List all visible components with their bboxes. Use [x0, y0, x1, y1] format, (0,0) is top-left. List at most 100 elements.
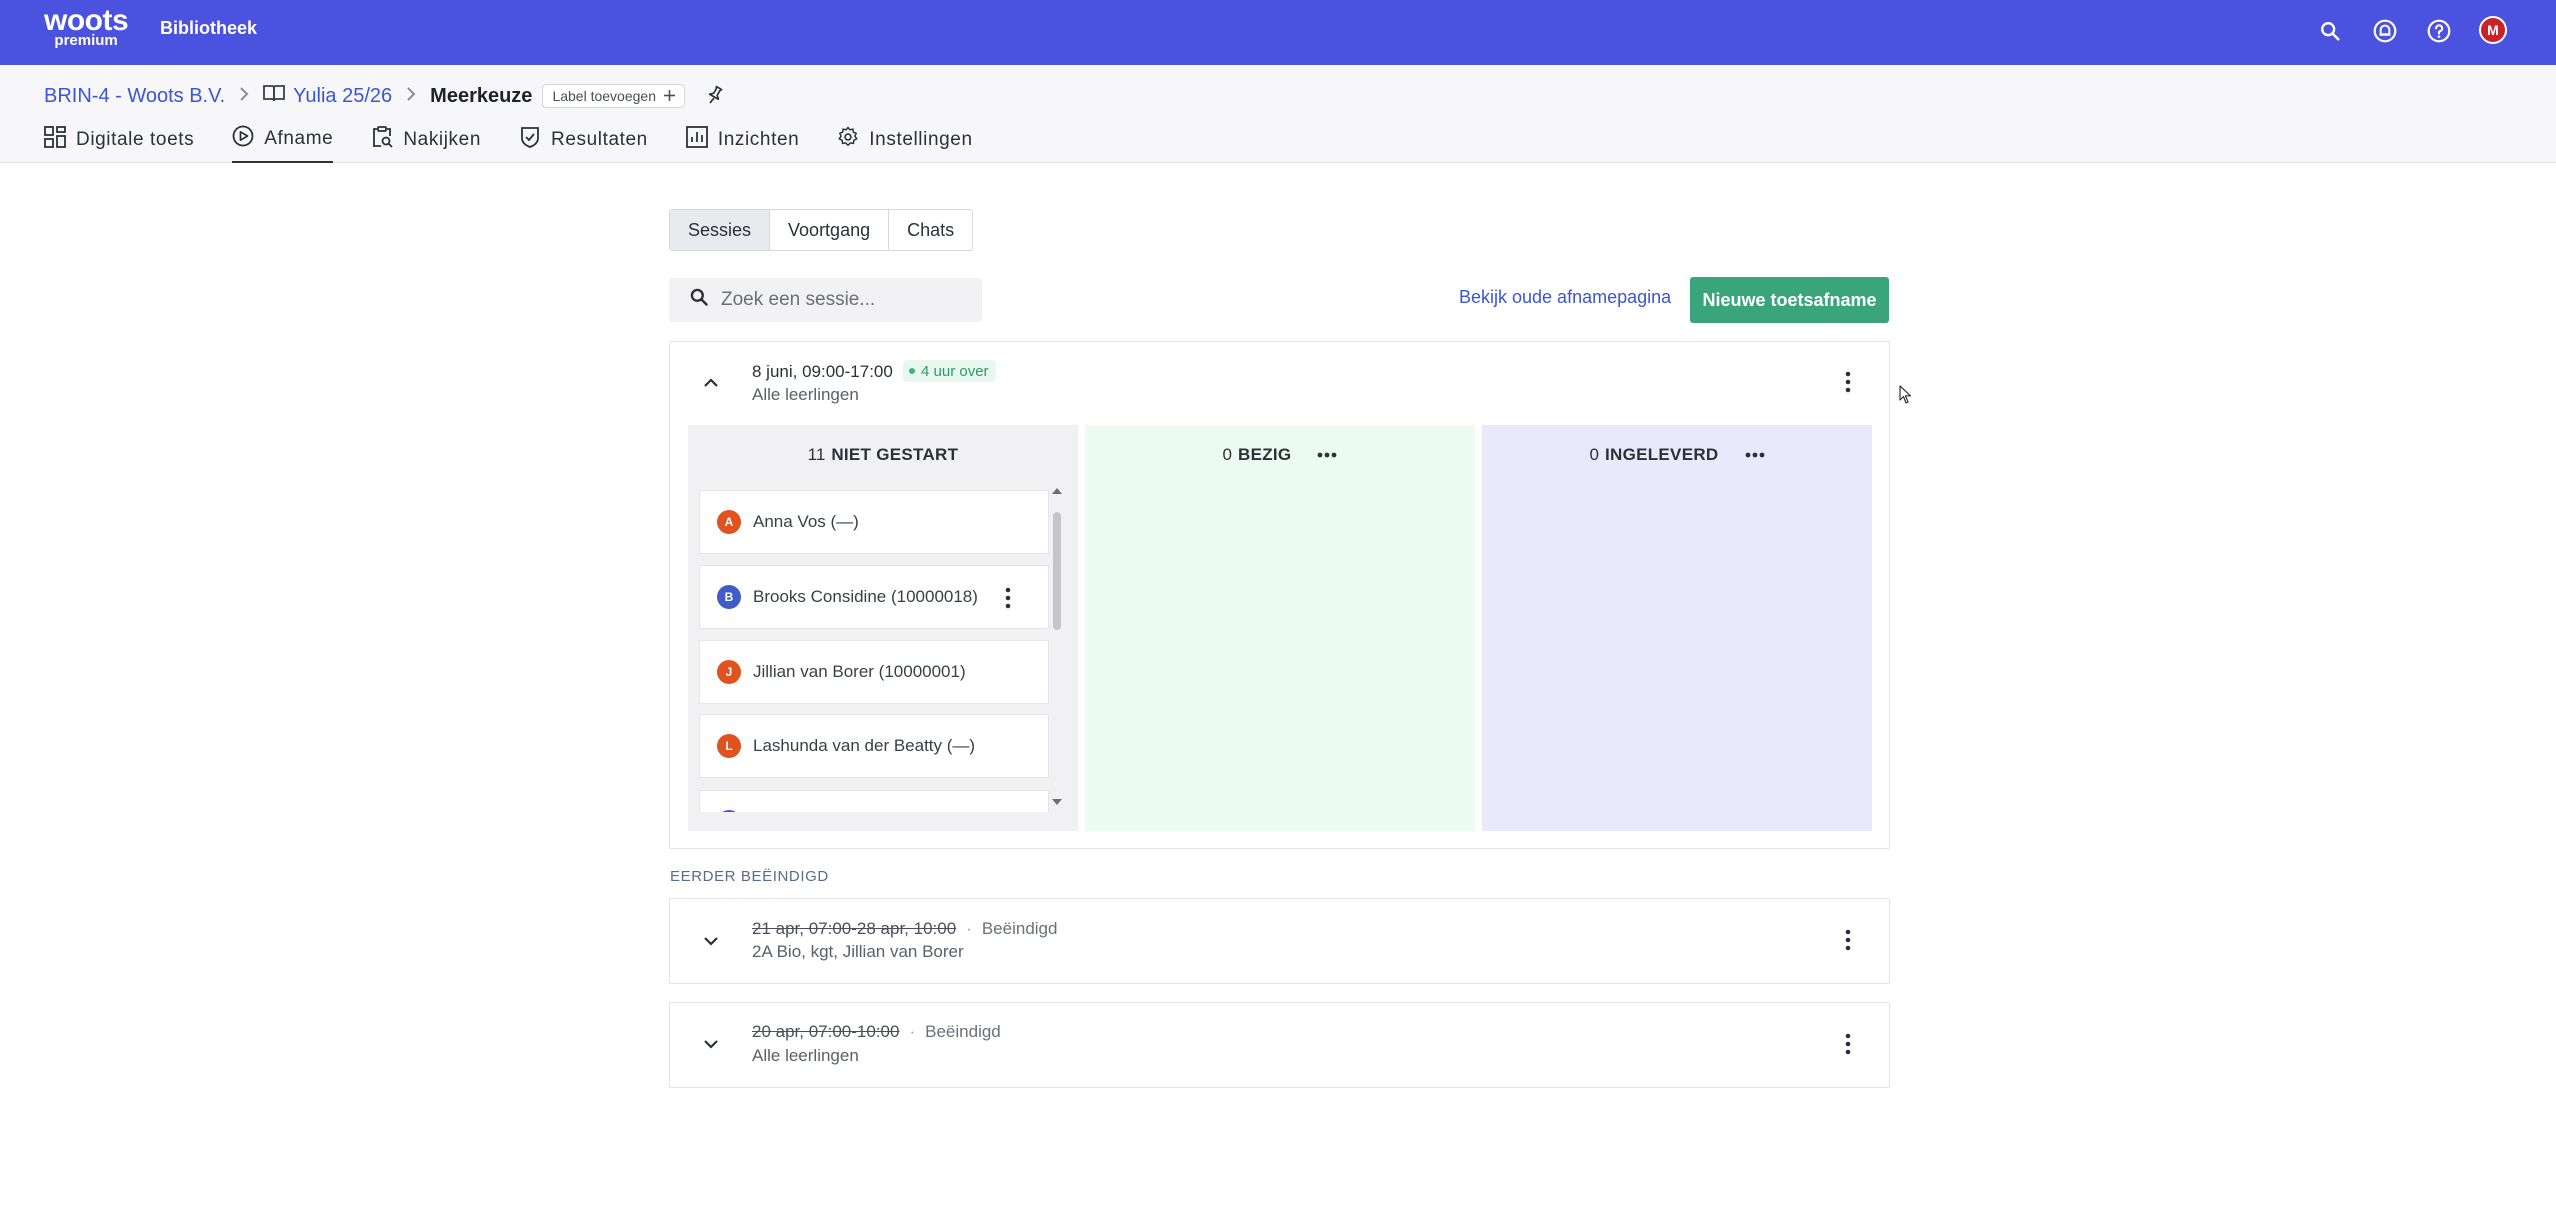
more-horizontal-icon[interactable]	[1745, 452, 1765, 458]
student-card[interactable]: B Brooks Considine (10000018)	[699, 565, 1049, 629]
student-name: Anna Vos (—)	[753, 512, 859, 531]
pin-icon[interactable]	[705, 85, 725, 107]
column-busy: 0 BEZIG	[1085, 425, 1475, 831]
status-dot	[909, 368, 915, 374]
student-card[interactable]: J Jillian van Borer (10000001)	[699, 640, 1049, 704]
ended-session-audience: 2A Bio, kgt, Jillian van Borer	[752, 942, 964, 961]
search-placeholder: Zoek een sessie...	[721, 289, 876, 310]
student-avatar: J	[717, 660, 741, 684]
mouse-cursor-icon	[1899, 385, 1913, 410]
student-name: Jillian van Borer (10000001)	[753, 662, 966, 681]
breadcrumb-org[interactable]: BRIN-4 - Woots B.V.	[44, 85, 225, 108]
student-avatar: A	[717, 510, 741, 534]
student-list[interactable]: A Anna Vos (—) B Brooks Considine (10000…	[688, 478, 1063, 812]
tab-resultaten[interactable]: Resultaten	[519, 124, 648, 156]
student-card[interactable]	[699, 790, 1049, 812]
segment-voortgang[interactable]: Voortgang	[770, 210, 890, 250]
tab-label: Instellingen	[869, 129, 973, 150]
chevron-right-icon	[239, 85, 249, 108]
student-card[interactable]: L Lashunda van der Beatty (—)	[699, 714, 1049, 778]
student-name: Lashunda van der Beatty (—)	[753, 736, 976, 755]
ended-session-date: 21 apr, 07:00-28 apr, 10:00	[752, 919, 957, 938]
more-vertical-icon[interactable]	[1838, 926, 1858, 954]
session-search-input[interactable]: Zoek een sessie...	[669, 278, 982, 322]
column-submitted: 0 INGELEVERD	[1482, 425, 1872, 831]
woots-logo[interactable]: woots premium	[44, 6, 129, 49]
tab-label: Afname	[264, 128, 334, 149]
tab-label: Inzichten	[717, 129, 800, 150]
column-count: 11	[807, 445, 826, 464]
tab-inzichten[interactable]: Inzichten	[685, 124, 800, 156]
plus-icon	[663, 88, 675, 104]
column-title: NIET GESTART	[831, 445, 959, 464]
column-title: BEZIG	[1238, 445, 1292, 464]
book-icon	[263, 84, 286, 108]
student-card[interactable]: A Anna Vos (—)	[699, 490, 1049, 554]
tab-label: Nakijken	[403, 129, 481, 150]
chevron-up-icon[interactable]	[699, 371, 723, 395]
column-title: INGELEVERD	[1604, 445, 1719, 464]
column-header: 11 NIET GESTART	[688, 445, 1078, 465]
student-list-scrollbar[interactable]	[1050, 488, 1064, 812]
main-tabs: Digitale toets Afname Nakijken Resultate…	[44, 124, 1011, 163]
student-avatar: B	[717, 585, 741, 609]
segment-sessies[interactable]: Sessies	[670, 210, 771, 250]
scroll-up-arrow-icon[interactable]	[1051, 486, 1063, 496]
ended-session-card[interactable]	[669, 1002, 1890, 1088]
new-session-button[interactable]: Nieuwe toetsafname	[1690, 277, 1889, 323]
breadcrumb-current: Meerkeuze	[430, 84, 533, 107]
tab-nakijken[interactable]: Nakijken	[371, 124, 481, 156]
old-page-link[interactable]: Bekijk oude afnamepagina	[1459, 287, 1671, 308]
tab-instellingen[interactable]: Instellingen	[837, 124, 972, 156]
clipboard-search-icon	[371, 126, 393, 154]
separator-dot: ·	[909, 1022, 916, 1041]
more-horizontal-icon[interactable]	[1317, 452, 1337, 458]
more-vertical-icon[interactable]	[1838, 1030, 1858, 1058]
column-count: 0	[1589, 445, 1599, 464]
badge-text: 4 uur over	[921, 362, 989, 380]
top-bar: woots premium Bibliotheek M	[0, 0, 2556, 65]
ended-session-status-line: 20 apr, 07:00-10:00 · Beëindigd	[752, 1022, 1001, 1042]
column-header: 0 INGELEVERD	[1482, 445, 1872, 465]
ended-section-label: EERDER BEËINDIGD	[670, 868, 829, 885]
tab-digitale-toets[interactable]: Digitale toets	[44, 124, 194, 156]
chevron-down-icon[interactable]	[699, 1032, 723, 1056]
help-icon[interactable]	[2422, 14, 2456, 48]
segment-chats[interactable]: Chats	[889, 210, 972, 250]
chevron-down-icon[interactable]	[699, 929, 723, 953]
scrollbar-thumb[interactable]	[1053, 512, 1061, 630]
ended-session-card[interactable]	[669, 898, 1890, 984]
library-link[interactable]: Bibliotheek	[160, 18, 257, 39]
ended-session-status: Beëindigd	[981, 919, 1058, 938]
view-segment-control: Sessies Voortgang Chats	[669, 209, 974, 251]
ended-session-status-line: 21 apr, 07:00-28 apr, 10:00 · Beëindigd	[752, 919, 1057, 939]
column-count: 0	[1222, 445, 1232, 464]
ended-session-status: Beëindigd	[925, 1022, 1001, 1041]
ended-session-date: 20 apr, 07:00-10:00	[752, 1022, 900, 1041]
student-name: Brooks Considine (10000018)	[753, 587, 978, 606]
grid-icon	[44, 126, 66, 154]
scroll-down-arrow-icon[interactable]	[1051, 797, 1063, 807]
session-date: 8 juni, 09:00-17:00	[752, 362, 893, 381]
student-avatar: L	[717, 734, 741, 758]
play-icon	[232, 125, 254, 153]
separator-dot: ·	[966, 919, 972, 938]
add-label-text: Label toevoegen	[552, 88, 656, 104]
logo-sub-text: premium	[54, 32, 118, 49]
student-avatar	[717, 810, 741, 812]
notification-icon[interactable]	[2368, 14, 2402, 48]
column-header: 0 BEZIG	[1085, 445, 1475, 465]
user-avatar[interactable]: M	[2479, 16, 2507, 44]
bar-chart-icon	[685, 126, 708, 154]
more-vertical-icon[interactable]	[998, 584, 1018, 612]
breadcrumb-course-label: Yulia 25/26	[293, 84, 393, 107]
add-label-button[interactable]: Label toevoegen	[542, 84, 685, 108]
more-vertical-icon[interactable]	[998, 809, 1018, 812]
search-icon[interactable]	[2313, 14, 2347, 48]
gear-icon	[837, 126, 859, 154]
tab-afname[interactable]: Afname	[232, 124, 334, 163]
ended-session-audience: Alle leerlingen	[752, 1046, 859, 1065]
chevron-right-icon	[406, 85, 416, 108]
breadcrumb-course[interactable]: Yulia 25/26	[263, 84, 392, 108]
more-vertical-icon[interactable]	[1838, 368, 1858, 396]
